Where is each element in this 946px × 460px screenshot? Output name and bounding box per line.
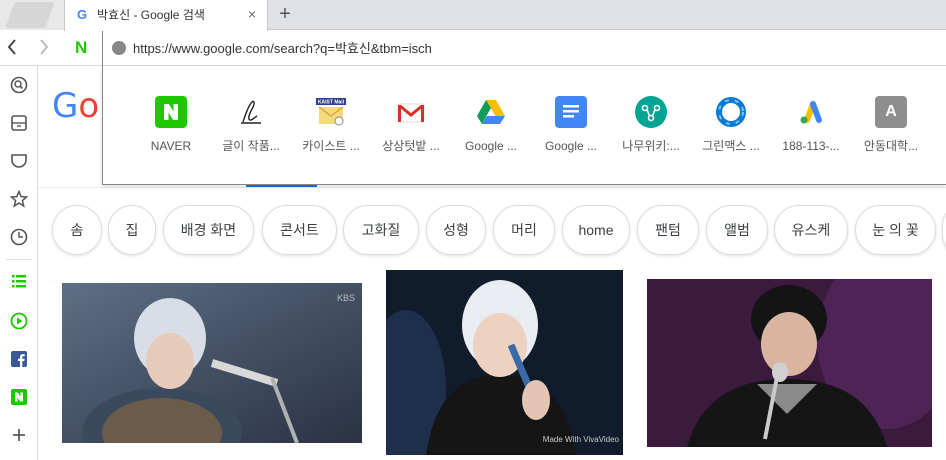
tray-icon[interactable] bbox=[0, 104, 38, 142]
google-favicon-icon: G bbox=[77, 7, 88, 22]
kaist-mail-icon: KAIST Mail bbox=[315, 96, 347, 128]
speed-dial-label: 그린맥스 ... bbox=[702, 139, 760, 153]
speed-dial-google-drive[interactable]: Google ... bbox=[453, 96, 529, 158]
filter-chip[interactable]: 성형 bbox=[426, 205, 486, 255]
filter-chip[interactable]: 고화질 bbox=[343, 205, 419, 255]
speed-dial-label: 카이스트 ... bbox=[302, 139, 360, 153]
filter-chip[interactable]: 팬텀 bbox=[637, 205, 699, 255]
browser-window: G 박효신 - Google 검색 × + N https://www.goog… bbox=[0, 0, 946, 460]
filter-chip[interactable]: 집 bbox=[108, 205, 156, 255]
address-bar[interactable]: https://www.google.com/search?q=박효신&tbm=… bbox=[102, 31, 946, 66]
speed-dial-andong[interactable]: A 안동대학... bbox=[853, 96, 929, 158]
speed-dial-google-ads[interactable]: 188-113-... bbox=[773, 96, 849, 158]
image-result[interactable] bbox=[647, 279, 932, 447]
speed-dial-google-docs[interactable]: Google ... bbox=[533, 96, 609, 158]
vivavideo-watermark: Made With VivaVideo bbox=[543, 435, 620, 444]
greenmax-icon bbox=[715, 96, 747, 128]
filter-chip[interactable]: 솜 bbox=[52, 205, 102, 255]
close-tab-icon[interactable]: × bbox=[248, 6, 256, 22]
filter-chip[interactable]: 머리 bbox=[493, 205, 555, 255]
tab-strip-decoration bbox=[0, 0, 64, 30]
search-circle-icon[interactable] bbox=[0, 66, 38, 104]
speed-dial-kaist[interactable]: KAIST Mail 카이스트 ... bbox=[293, 96, 369, 158]
google-logo[interactable]: Go bbox=[52, 86, 99, 126]
speed-dial-greenmax[interactable]: 그린맥스 ... bbox=[693, 96, 769, 158]
kbs-watermark: KBS bbox=[337, 293, 355, 303]
speed-dial-namuwiki[interactable]: 나무위키:... bbox=[613, 96, 689, 158]
naver-icon bbox=[155, 96, 187, 128]
logo-letter-o: o bbox=[78, 86, 100, 126]
sidebar bbox=[0, 66, 38, 460]
forward-button[interactable] bbox=[38, 38, 50, 60]
browser-tab[interactable]: G 박효신 - Google 검색 × bbox=[64, 0, 268, 31]
speed-dial-naver[interactable]: NAVER bbox=[133, 96, 209, 158]
filter-chip[interactable]: 눈 의 꽃 bbox=[855, 205, 936, 255]
filter-chip[interactable]: home bbox=[562, 205, 630, 255]
play-icon[interactable] bbox=[0, 302, 38, 340]
filter-chip[interactable]: 앨범 bbox=[706, 205, 768, 255]
new-tab-button[interactable]: + bbox=[272, 3, 298, 27]
chevron-right-icon bbox=[40, 39, 49, 55]
pocket-icon[interactable] bbox=[0, 142, 38, 180]
speed-dial-label: NAVER bbox=[150, 139, 192, 153]
google-ads-icon bbox=[795, 96, 827, 128]
concert-photo-image bbox=[647, 279, 932, 447]
tab-strip: G 박효신 - Google 검색 × + bbox=[0, 0, 946, 31]
speed-dial-label: 나무위키:... bbox=[622, 139, 680, 153]
tab-title: 박효신 - Google 검색 bbox=[97, 8, 205, 22]
gmail-icon bbox=[395, 96, 427, 128]
letter-a-icon: A bbox=[875, 96, 907, 128]
speed-dial-gmail[interactable]: 상상텃밭 ... bbox=[373, 96, 449, 158]
url-text[interactable]: https://www.google.com/search?q=박효신&tbm=… bbox=[133, 41, 432, 56]
speed-dial-label: Google ... bbox=[544, 139, 598, 153]
chevron-left-icon bbox=[7, 39, 16, 55]
speed-dial-label: Google ... bbox=[464, 139, 518, 153]
image-result[interactable]: Made With VivaVideo bbox=[386, 270, 623, 455]
speed-dial-label: 안동대학... bbox=[863, 139, 919, 153]
history-icon[interactable] bbox=[0, 218, 38, 256]
speed-dial-label: 상상텃밭 ... bbox=[382, 139, 440, 153]
signature-icon bbox=[235, 96, 267, 128]
site-info-icon[interactable] bbox=[112, 41, 126, 55]
kaist-mail-glyph: KAIST Mail bbox=[318, 100, 345, 106]
back-button[interactable] bbox=[6, 38, 18, 60]
concert-photo-image: Made With VivaVideo bbox=[386, 270, 623, 455]
filter-chip[interactable]: 배경 화면 bbox=[163, 205, 254, 255]
facebook-icon[interactable] bbox=[0, 340, 38, 378]
plus-icon[interactable] bbox=[0, 416, 38, 454]
sidebar-divider bbox=[6, 259, 32, 260]
filter-chip[interactable]: 콘서트 bbox=[262, 205, 337, 255]
filter-chip-overflow[interactable] bbox=[942, 205, 946, 255]
google-drive-icon bbox=[475, 96, 507, 128]
filter-chip[interactable]: 유스케 bbox=[774, 205, 848, 255]
namuwiki-icon bbox=[635, 96, 667, 128]
speed-dial-dropdown: NAVER 글이 작품... KAIST Mail 카이스트 ... 상상텃밭 … bbox=[102, 66, 946, 185]
star-icon[interactable] bbox=[0, 180, 38, 218]
speed-dial-signature[interactable]: 글이 작품... bbox=[213, 96, 289, 158]
header-divider bbox=[38, 187, 946, 188]
concert-photo-image: KBS bbox=[62, 283, 362, 443]
speed-dial-label: 188-113-... bbox=[782, 139, 840, 153]
google-docs-icon bbox=[555, 96, 587, 128]
naver-shortcut-button[interactable]: N bbox=[75, 39, 87, 57]
list-icon[interactable] bbox=[0, 262, 38, 300]
naver-icon[interactable] bbox=[0, 378, 38, 416]
navigation-bar: N https://www.google.com/search?q=박효신&tb… bbox=[0, 31, 946, 66]
image-result[interactable]: KBS bbox=[62, 283, 362, 443]
logo-letter-g: G bbox=[52, 86, 79, 126]
speed-dial-label: 글이 작품... bbox=[222, 139, 280, 153]
